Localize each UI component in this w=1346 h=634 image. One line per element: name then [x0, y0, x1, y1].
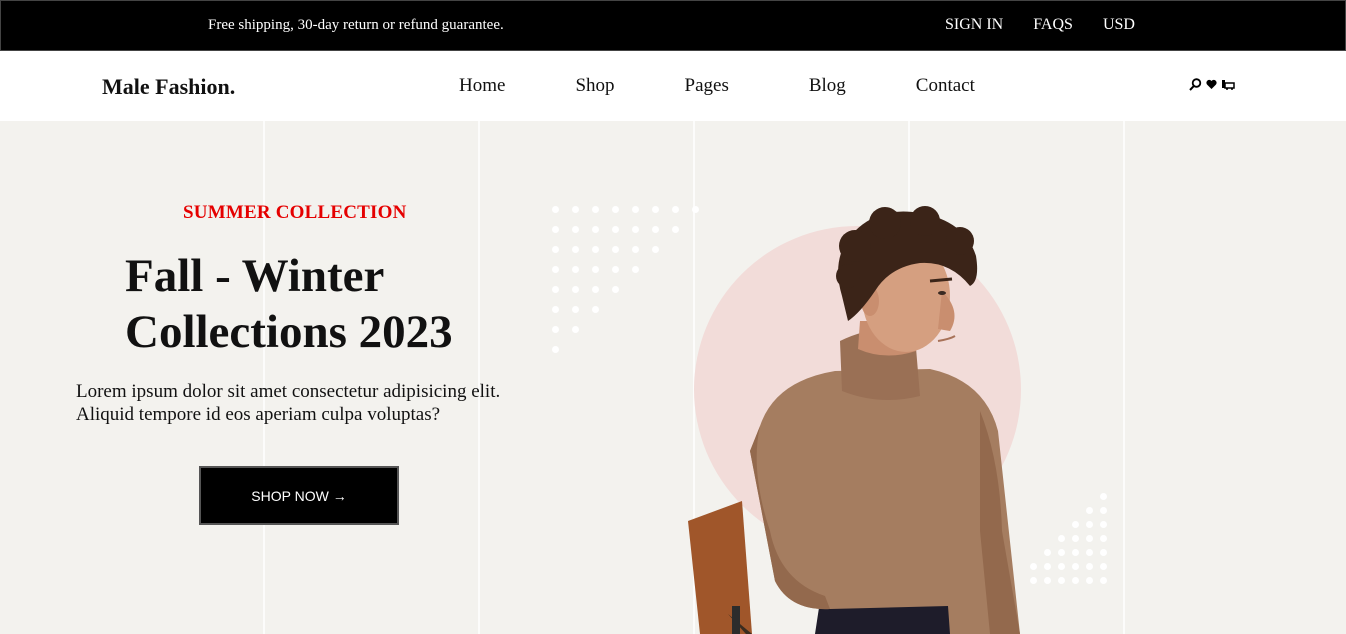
- dot: [572, 306, 579, 313]
- dot: [1044, 577, 1051, 584]
- currency-link[interactable]: USD: [1103, 16, 1135, 34]
- hero-eyebrow: SUMMER COLLECTION: [183, 202, 407, 223]
- header-icons: [1189, 78, 1235, 95]
- dot: [1072, 535, 1079, 542]
- dot: [1100, 563, 1107, 570]
- dot: [612, 266, 619, 273]
- nav-blog[interactable]: Blog: [809, 75, 846, 97]
- dot: [632, 266, 639, 273]
- nav-pages[interactable]: Pages: [685, 75, 729, 97]
- nav-shop[interactable]: Shop: [575, 75, 614, 97]
- dot: [572, 266, 579, 273]
- dot: [1086, 577, 1093, 584]
- dot: [1086, 521, 1093, 528]
- dot: [672, 206, 679, 213]
- grid-line: [1123, 121, 1125, 634]
- dot: [592, 286, 599, 293]
- dot: [612, 226, 619, 233]
- hero-title-line1: Fall - Winter: [125, 250, 385, 302]
- dot: [572, 246, 579, 253]
- hero-title-line2: Collections 2023: [125, 306, 453, 358]
- hero-banner: SUMMER COLLECTION Fall - Winter Collecti…: [0, 121, 1346, 634]
- dot: [552, 266, 559, 273]
- dot: [672, 226, 679, 233]
- dot: [572, 286, 579, 293]
- dot: [572, 226, 579, 233]
- grid-line: [478, 121, 480, 634]
- dot: [572, 326, 579, 333]
- dot: [612, 206, 619, 213]
- dot: [612, 246, 619, 253]
- dot: [632, 206, 639, 213]
- nav-contact[interactable]: Contact: [916, 75, 975, 97]
- dot: [552, 226, 559, 233]
- dot: [612, 286, 619, 293]
- dot: [632, 246, 639, 253]
- faqs-link[interactable]: FAQS: [1033, 16, 1073, 34]
- shipping-notice: Free shipping, 30-day return or refund g…: [208, 17, 504, 33]
- dot: [1072, 549, 1079, 556]
- model-photo: [688, 206, 1020, 634]
- announcement-bar: Free shipping, 30-day return or refund g…: [0, 0, 1346, 51]
- dot: [1086, 535, 1093, 542]
- dot: [1044, 563, 1051, 570]
- dot: [1058, 535, 1065, 542]
- dot: [1086, 563, 1093, 570]
- dot: [552, 286, 559, 293]
- dot: [572, 206, 579, 213]
- dot: [1058, 577, 1065, 584]
- dot: [592, 266, 599, 273]
- dot: [1100, 549, 1107, 556]
- dot: [1100, 507, 1107, 514]
- sign-in-link[interactable]: SIGN IN: [945, 16, 1003, 34]
- shop-now-button[interactable]: SHOP NOW →: [199, 466, 399, 525]
- dot: [632, 226, 639, 233]
- dot: [652, 206, 659, 213]
- dot: [652, 246, 659, 253]
- dot: [1100, 493, 1107, 500]
- nav-home[interactable]: Home: [459, 75, 505, 97]
- dot: [1100, 577, 1107, 584]
- dot: [552, 306, 559, 313]
- hero-title: Fall - Winter Collections 2023: [125, 248, 453, 360]
- dot: [1058, 563, 1065, 570]
- site-logo[interactable]: Male Fashion.: [102, 74, 235, 100]
- dot: [592, 246, 599, 253]
- hero-description-line2: Aliquid tempore id eos aperiam culpa vol…: [76, 404, 441, 425]
- dot: [1086, 507, 1093, 514]
- dot: [552, 326, 559, 333]
- dot: [1072, 563, 1079, 570]
- cart-icon[interactable]: [1221, 79, 1235, 94]
- dot: [1072, 577, 1079, 584]
- hero-description: Lorem ipsum dolor sit amet consectetur a…: [76, 380, 596, 426]
- hero-description-line1: Lorem ipsum dolor sit amet consectetur a…: [76, 381, 501, 402]
- dot: [592, 226, 599, 233]
- site-header: Male Fashion. Home Shop Pages Blog Conta…: [0, 51, 1346, 121]
- dot: [1100, 535, 1107, 542]
- dot: [552, 206, 559, 213]
- dot: [1072, 521, 1079, 528]
- top-links: SIGN IN FAQS USD: [945, 16, 1135, 34]
- dot: [1100, 521, 1107, 528]
- heart-icon[interactable]: [1206, 79, 1217, 94]
- dot: [592, 206, 599, 213]
- dot: [1086, 549, 1093, 556]
- dot: [552, 246, 559, 253]
- search-icon[interactable]: [1189, 78, 1202, 95]
- dot: [1058, 549, 1065, 556]
- dot: [552, 346, 559, 353]
- dot: [592, 306, 599, 313]
- dot: [652, 226, 659, 233]
- grid-line: [263, 121, 265, 634]
- dot: [1044, 549, 1051, 556]
- main-nav: Home Shop Pages Blog Contact: [459, 75, 975, 97]
